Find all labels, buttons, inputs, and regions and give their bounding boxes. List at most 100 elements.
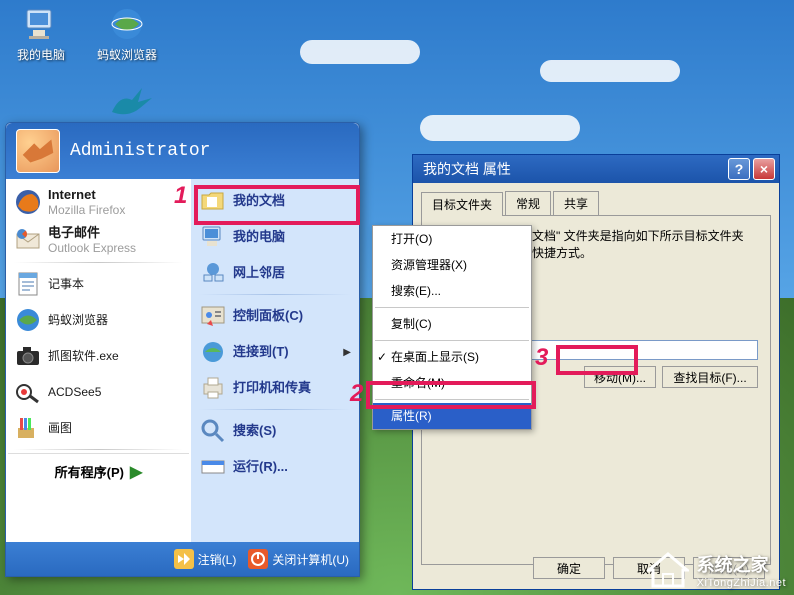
separator — [14, 449, 183, 450]
shutdown-icon — [248, 549, 268, 569]
sm-item-capture[interactable]: 抓图软件.exe — [8, 338, 189, 374]
btn-label: 查找目标(F)... — [673, 371, 746, 385]
house-icon — [647, 552, 689, 588]
ok-button[interactable]: 确定 — [533, 557, 605, 579]
shutdown-label: 关闭计算机(U) — [272, 551, 349, 568]
sm-item-my-computer-r[interactable]: 我的电脑 — [193, 219, 357, 255]
ctx-open[interactable]: 打开(O) — [373, 226, 531, 252]
item-sub: Mozilla Firefox — [48, 203, 125, 217]
watermark-line1: 系统之家 — [697, 551, 786, 577]
sm-item-control-panel[interactable]: 控制面板(C) — [193, 298, 357, 334]
ctx-label: 搜索(E)... — [391, 284, 441, 298]
separator — [375, 399, 529, 400]
all-programs-button[interactable]: 所有程序(P) ▶ — [8, 453, 189, 490]
dialog-titlebar[interactable]: 我的文档 属性 ? × — [413, 155, 779, 183]
ctx-label: 打开(O) — [391, 232, 432, 246]
item-label: 蚂蚁浏览器 — [48, 313, 108, 327]
start-menu-header: Administrator — [6, 123, 359, 179]
cloud — [420, 115, 580, 141]
item-label: 画图 — [48, 421, 72, 435]
watermark: 系统之家 XiTongZhiJia.net — [647, 551, 786, 589]
ctx-rename[interactable]: 重命名(M) — [373, 370, 531, 396]
all-programs-label: 所有程序(P) — [55, 462, 124, 481]
desktop-icon-my-computer[interactable]: 我的电脑 — [6, 4, 76, 62]
start-menu-right-pane: 我的文档 我的电脑 网上邻居 控制面板(C) 连接到(T) — [191, 179, 359, 542]
tab-target-folder[interactable]: 目标文件夹 — [421, 192, 503, 216]
sm-item-my-documents[interactable]: 我的文档 — [193, 183, 357, 219]
user-avatar — [16, 129, 60, 173]
globe-icon — [107, 4, 147, 44]
logoff-button[interactable]: 注销(L) — [174, 549, 237, 569]
ctx-explorer[interactable]: 资源管理器(X) — [373, 252, 531, 278]
close-button[interactable]: × — [753, 158, 775, 180]
bird-decoration — [108, 84, 156, 122]
dialog-tabs: 目标文件夹 常规 共享 — [413, 183, 779, 215]
logoff-icon — [174, 549, 194, 569]
tab-label: 常规 — [516, 197, 540, 211]
annotation-number-1: 1 — [174, 182, 187, 210]
separator — [375, 340, 529, 341]
sm-item-run[interactable]: 运行(R)... — [193, 449, 357, 485]
item-label: 打印机和传真 — [233, 380, 311, 395]
sm-item-ant-browser[interactable]: 蚂蚁浏览器 — [8, 302, 189, 338]
username-label: Administrator — [70, 141, 210, 161]
context-menu: 打开(O) 资源管理器(X) 搜索(E)... 复制(C) 在桌面上显示(S) … — [372, 225, 532, 430]
tab-label: 共享 — [564, 197, 588, 211]
annotation-number-3: 3 — [535, 344, 548, 372]
acdsee-icon — [14, 378, 42, 406]
camera-icon — [14, 342, 42, 370]
move-button[interactable]: 移动(M)... — [584, 366, 656, 388]
sm-item-internet[interactable]: InternetMozilla Firefox — [8, 183, 189, 221]
email-icon — [14, 226, 42, 254]
sm-item-notepad[interactable]: 记事本 — [8, 266, 189, 302]
item-label: 连接到(T) — [233, 344, 289, 359]
ctx-show-desktop[interactable]: 在桌面上显示(S) — [373, 344, 531, 370]
ctx-label: 在桌面上显示(S) — [391, 350, 479, 364]
item-label: 网上邻居 — [233, 265, 285, 280]
connect-icon — [199, 338, 227, 366]
dialog-title-text: 我的文档 属性 — [423, 159, 511, 179]
arrow-right-icon: ▶ — [130, 462, 142, 482]
sm-item-acdsee[interactable]: ACDSee5 — [8, 374, 189, 410]
watermark-line2: XiTongZhiJia.net — [697, 577, 786, 589]
separator — [199, 409, 351, 410]
dialog-body-text-2: 快捷方式。 — [532, 245, 758, 262]
globe-icon — [14, 306, 42, 334]
paint-icon — [14, 414, 42, 442]
notepad-icon — [14, 270, 42, 298]
shutdown-button[interactable]: 关闭计算机(U) — [248, 549, 349, 569]
ctx-copy[interactable]: 复制(C) — [373, 311, 531, 337]
firefox-icon — [14, 188, 42, 216]
sm-item-email[interactable]: 电子邮件Outlook Express — [8, 221, 189, 259]
desktop: 我的电脑 蚂蚁浏览器 Administrator InternetMozilla… — [0, 0, 794, 595]
sm-item-my-network[interactable]: 网上邻居 — [193, 255, 357, 291]
item-label: 记事本 — [48, 277, 84, 291]
separator — [375, 307, 529, 308]
item-main: 电子邮件 — [48, 225, 100, 240]
tab-general[interactable]: 常规 — [505, 191, 551, 215]
item-label: 运行(R)... — [233, 459, 288, 474]
sm-item-connect-to[interactable]: 连接到(T) ▶ — [193, 334, 357, 370]
ctx-label: 属性(R) — [391, 409, 432, 423]
item-label: 抓图软件.exe — [48, 349, 119, 363]
ctx-label: 资源管理器(X) — [391, 258, 467, 272]
network-icon — [199, 259, 227, 287]
submenu-arrow-icon: ▶ — [343, 347, 351, 358]
computer-icon — [199, 223, 227, 251]
sm-item-paint[interactable]: 画图 — [8, 410, 189, 446]
desktop-icon-ant-browser[interactable]: 蚂蚁浏览器 — [92, 4, 162, 62]
sm-item-search[interactable]: 搜索(S) — [193, 413, 357, 449]
ctx-properties[interactable]: 属性(R) — [373, 403, 531, 429]
start-menu-body: InternetMozilla Firefox 电子邮件Outlook Expr… — [6, 179, 359, 542]
sm-item-printers[interactable]: 打印机和传真 — [193, 370, 357, 406]
ctx-search[interactable]: 搜索(E)... — [373, 278, 531, 304]
folder-docs-icon — [199, 187, 227, 215]
cloud — [540, 60, 680, 82]
find-target-button[interactable]: 查找目标(F)... — [662, 366, 758, 388]
run-icon — [199, 453, 227, 481]
help-button[interactable]: ? — [728, 158, 750, 180]
start-menu-footer: 注销(L) 关闭计算机(U) — [6, 542, 359, 576]
printer-icon — [199, 374, 227, 402]
item-label: ACDSee5 — [48, 385, 101, 399]
tab-sharing[interactable]: 共享 — [553, 191, 599, 215]
